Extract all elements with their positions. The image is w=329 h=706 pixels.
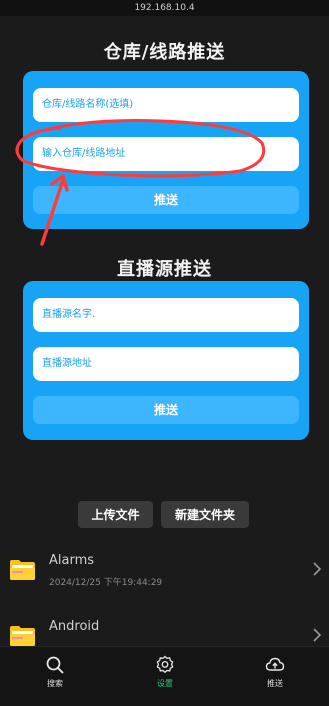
file-date: 2024/12/25 下午19:44:29 <box>49 578 163 588</box>
nav-push[interactable]: 推送 <box>220 647 329 706</box>
file-name: Alarms <box>49 553 95 568</box>
folder-icon <box>10 560 35 580</box>
warehouse-push-button[interactable]: 推送 <box>33 186 299 214</box>
file-name: Android <box>49 619 100 634</box>
file-row[interactable]: Android <box>0 614 329 646</box>
live-push-button[interactable]: 推送 <box>33 396 299 424</box>
folder-icon <box>10 626 35 646</box>
live-card: 直播源名字. 直播源地址 推送 <box>23 281 309 440</box>
chevron-right-icon <box>313 562 322 576</box>
new-folder-button[interactable]: 新建文件夹 <box>161 501 249 528</box>
ip-address: 192.168.10.4 <box>134 3 195 13</box>
gear-icon <box>156 655 174 674</box>
live-section-title: 直播源推送 <box>117 259 212 280</box>
nav-settings-label: 设置 <box>157 679 173 688</box>
nav-search[interactable]: 搜索 <box>0 647 110 706</box>
search-icon <box>46 656 64 674</box>
live-url-input[interactable]: 直播源地址 <box>33 347 299 381</box>
nav-search-label: 搜索 <box>47 679 63 688</box>
live-name-input[interactable]: 直播源名字. <box>33 298 299 332</box>
warehouse-url-input[interactable]: 输入仓库/线路地址 <box>33 137 299 171</box>
warehouse-name-input[interactable]: 仓库/线路名称(选填) <box>33 88 299 122</box>
nav-push-label: 推送 <box>267 679 283 688</box>
warehouse-card: 仓库/线路名称(选填) 输入仓库/线路地址 推送 <box>23 71 309 229</box>
warehouse-section-title: 仓库/线路推送 <box>103 42 226 63</box>
cloud-upload-icon <box>265 657 285 671</box>
bottom-nav: 搜索 设置 推送 <box>0 646 329 706</box>
file-row[interactable]: Alarms 2024/12/25 下午19:44:29 <box>0 548 329 598</box>
chevron-right-icon <box>313 628 322 642</box>
nav-settings[interactable]: 设置 <box>110 647 220 706</box>
status-bar: 192.168.10.4 <box>0 0 329 16</box>
upload-file-button[interactable]: 上传文件 <box>78 501 153 528</box>
